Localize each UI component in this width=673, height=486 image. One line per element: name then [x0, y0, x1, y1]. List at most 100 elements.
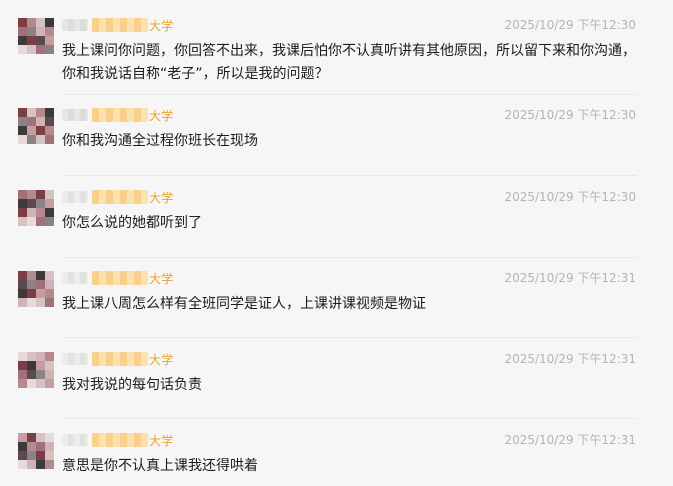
avatar-pixel	[27, 217, 36, 226]
avatar-pixel	[27, 280, 36, 289]
avatar-pixel	[36, 108, 45, 117]
message-text: 我上课问你问题，你回答不出来，我课后怕你不认真听讲有其他原因，所以留下来和你沟通…	[62, 43, 636, 82]
avatar-pixel	[27, 370, 36, 379]
avatar-pixel	[18, 442, 27, 451]
timestamp: 2025/10/29 下午12:30	[504, 108, 636, 122]
avatar-pixel	[45, 217, 54, 226]
redacted-name	[62, 19, 88, 31]
avatar-pixel	[18, 45, 27, 54]
avatar-pixel	[27, 379, 36, 388]
avatar-pixel	[36, 126, 45, 135]
avatar-pixel	[27, 135, 36, 144]
avatar-pixel	[36, 36, 45, 45]
avatar-pixel	[45, 208, 54, 217]
avatar-pixel	[18, 298, 27, 307]
avatar-pixel	[45, 271, 54, 280]
avatar-pixel	[27, 126, 36, 135]
avatar-pixel	[27, 27, 36, 36]
avatar-pixel	[45, 298, 54, 307]
avatar-pixel	[45, 126, 54, 135]
avatar-pixel	[18, 190, 27, 199]
message-text: 你和我沟通全过程你班长在现场	[62, 133, 258, 149]
avatar-pixel	[27, 199, 36, 208]
sender-suffix: 大学	[149, 271, 174, 286]
avatar-pixel	[36, 361, 45, 370]
avatar-pixel	[36, 18, 45, 27]
redacted-school	[92, 108, 148, 122]
avatar-pixel	[18, 280, 27, 289]
avatar-pixel	[45, 190, 54, 199]
avatar-pixel	[45, 352, 54, 361]
avatar-pixel	[27, 352, 36, 361]
avatar-pixel	[27, 45, 36, 54]
sender-suffix: 大学	[149, 108, 174, 123]
avatar-pixel	[18, 451, 27, 460]
avatar-pixel	[18, 199, 27, 208]
avatar-pixel	[45, 370, 54, 379]
avatar-pixel	[18, 352, 27, 361]
avatar-pixel	[45, 289, 54, 298]
avatar-pixel	[27, 460, 36, 469]
avatar-pixel	[36, 379, 45, 388]
avatar-pixel	[45, 460, 54, 469]
avatar-pixel	[45, 45, 54, 54]
avatar-pixel	[36, 352, 45, 361]
avatar-pixel	[36, 135, 45, 144]
message-text: 意思是你不认真上课我还得哄着	[62, 458, 258, 474]
avatar-pixel	[18, 460, 27, 469]
avatar-pixel	[36, 460, 45, 469]
chat-thread: 大学 2025/10/29 下午12:30 我上课问你问题，你回答不出来，我课后…	[0, 0, 673, 486]
avatar-pixel	[18, 27, 27, 36]
avatar-pixel	[36, 442, 45, 451]
avatar-pixel	[27, 208, 36, 217]
avatar-pixel	[27, 433, 36, 442]
avatar-pixel	[45, 117, 54, 126]
avatar-pixel	[18, 135, 27, 144]
avatar-pixel	[36, 289, 45, 298]
divider	[62, 337, 637, 338]
avatar-pixel	[27, 298, 36, 307]
avatar-pixel	[45, 379, 54, 388]
avatar-pixel	[36, 433, 45, 442]
avatar[interactable]	[18, 271, 54, 307]
avatar-pixel	[36, 280, 45, 289]
sender-suffix: 大学	[149, 352, 174, 367]
avatar-pixel	[18, 18, 27, 27]
sender-name: 大学	[62, 432, 173, 448]
avatar-pixel	[36, 117, 45, 126]
message-text: 我对我说的每句话负责	[62, 377, 202, 393]
avatar-pixel	[45, 361, 54, 370]
avatar-pixel	[27, 108, 36, 117]
sender-name: 大学	[62, 107, 173, 123]
avatar-pixel	[18, 117, 27, 126]
avatar[interactable]	[18, 190, 54, 226]
divider	[62, 418, 637, 419]
message-text: 你怎么说的她都听到了	[62, 215, 202, 231]
avatar-pixel	[36, 271, 45, 280]
avatar-pixel	[45, 27, 54, 36]
redacted-name	[62, 109, 88, 121]
avatar-pixel	[18, 108, 27, 117]
avatar-pixel	[45, 442, 54, 451]
avatar-pixel	[18, 208, 27, 217]
avatar-pixel	[45, 280, 54, 289]
redacted-school	[92, 18, 148, 32]
redacted-name	[62, 191, 88, 203]
avatar-pixel	[45, 36, 54, 45]
sender-suffix: 大学	[149, 190, 174, 205]
avatar-pixel	[27, 18, 36, 27]
avatar[interactable]	[18, 352, 54, 388]
timestamp: 2025/10/29 下午12:31	[504, 352, 636, 366]
sender-suffix: 大学	[149, 433, 174, 448]
avatar-pixel	[27, 361, 36, 370]
avatar[interactable]	[18, 433, 54, 469]
avatar-pixel	[27, 442, 36, 451]
sender-name: 大学	[62, 270, 173, 286]
avatar-pixel	[36, 27, 45, 36]
avatar[interactable]	[18, 108, 54, 144]
avatar-pixel	[45, 451, 54, 460]
redacted-name	[62, 434, 88, 446]
avatar[interactable]	[18, 18, 54, 54]
sender-name: 大学	[62, 351, 173, 367]
sender-name: 大学	[62, 17, 173, 33]
